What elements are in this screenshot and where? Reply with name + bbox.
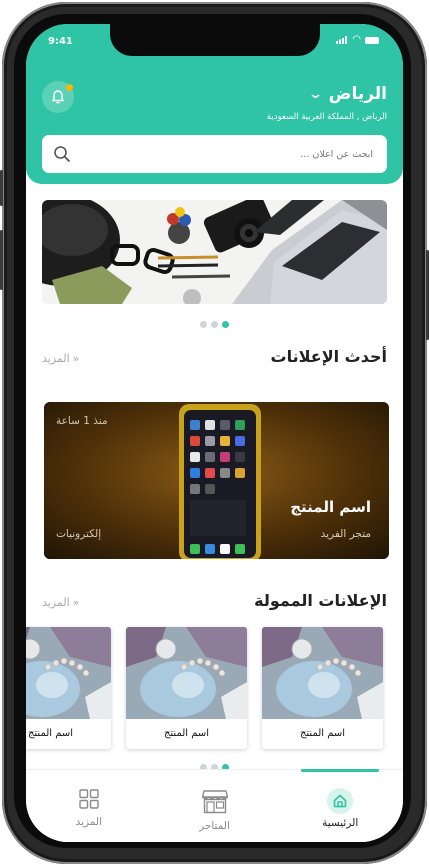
notification-button[interactable]: [42, 81, 74, 113]
signal-icon: [336, 36, 348, 44]
more-link-latest[interactable]: « المزيد: [42, 352, 79, 365]
phone-frame: 9:41 ◠ الرياض ⌄ الرياض , المملكة العربية…: [0, 0, 429, 866]
promo-banner[interactable]: [42, 200, 387, 304]
product-name: اسم المنتج: [27, 728, 74, 739]
bell-icon: [52, 90, 64, 104]
search-bar[interactable]: [42, 135, 387, 173]
wifi-icon: ◠: [352, 34, 361, 45]
city-selector[interactable]: الرياض ⌄: [307, 84, 387, 104]
more-label: المزيد: [42, 596, 70, 609]
status-time: 9:41: [48, 36, 73, 47]
product-image: [126, 627, 247, 719]
banner-image: [42, 200, 387, 304]
pagination-dot[interactable]: [200, 321, 207, 328]
sponsored-ad-card[interactable]: اسم المنتج: [126, 627, 247, 749]
chevron-down-icon: ⌄: [307, 86, 323, 102]
active-tab-indicator: [301, 769, 380, 772]
banner-pagination: [26, 321, 403, 328]
store-icon: [201, 788, 229, 817]
side-button: [0, 170, 3, 206]
battery-icon: [365, 36, 379, 44]
section-title-latest: أحدث الإعلانات: [270, 347, 387, 366]
ad-product-name: اسم المنتج: [290, 498, 371, 516]
pagination-dot[interactable]: [211, 321, 218, 328]
tab-home[interactable]: الرئيسية: [277, 769, 403, 842]
more-link-sponsored[interactable]: « المزيد: [42, 596, 79, 609]
search-input[interactable]: [72, 147, 387, 161]
sponsored-ads-carousel: اسم المنتج اسم المنتج اسم المنتج: [26, 627, 383, 749]
city-name: الرياض: [328, 84, 387, 104]
region-label: الرياض , المملكة العربية السعودية: [266, 112, 387, 122]
tab-label: المتاجر: [199, 820, 230, 832]
phone-notch: [110, 24, 320, 56]
section-title-sponsored: الإعلانات الممولة: [254, 591, 387, 610]
tab-label: المزيد: [75, 816, 103, 828]
ad-store-name: متجر الفريد: [320, 528, 371, 540]
sponsored-ad-card[interactable]: اسم المنتج: [26, 627, 111, 749]
home-icon: [327, 788, 354, 814]
featured-ad-card[interactable]: منذ 1 ساعة اسم المنتج متجر الفريد إلكترو…: [44, 402, 389, 559]
tab-stores[interactable]: المتاجر: [152, 770, 278, 842]
ad-time: منذ 1 ساعة: [56, 415, 108, 427]
product-name: اسم المنتج: [163, 728, 210, 739]
pagination-dot-active[interactable]: [222, 321, 229, 328]
tab-more[interactable]: المزيد: [26, 770, 152, 842]
more-label: المزيد: [42, 352, 70, 365]
bottom-tab-bar: الرئيسية المتاجر المزيد: [26, 769, 403, 842]
double-chevron-icon: «: [72, 596, 80, 609]
app-screen: 9:41 ◠ الرياض ⌄ الرياض , المملكة العربية…: [26, 24, 403, 842]
product-name: اسم المنتج: [299, 728, 346, 739]
product-image: [26, 627, 111, 719]
ad-category: إلكترونيات: [56, 528, 102, 540]
search-icon: [54, 146, 70, 162]
notification-dot: [66, 84, 73, 91]
product-image: [262, 627, 383, 719]
side-button: [0, 230, 3, 290]
grid-icon: [78, 788, 100, 813]
sponsored-ad-card[interactable]: اسم المنتج: [262, 627, 383, 749]
status-icons: ◠: [336, 34, 379, 45]
tab-label: الرئيسية: [322, 817, 359, 829]
double-chevron-icon: «: [72, 352, 80, 365]
